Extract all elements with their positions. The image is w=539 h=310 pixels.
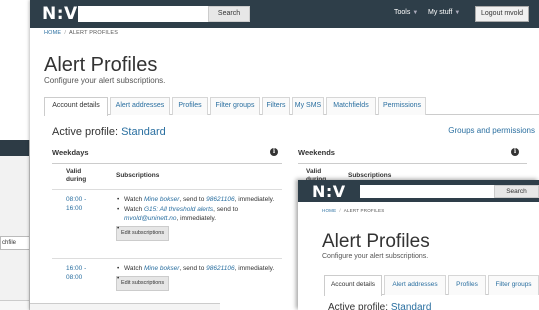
subscription-text: , immediately. <box>234 196 275 203</box>
my-stuff-menu-label: My stuff <box>428 9 453 16</box>
groups-permissions-link[interactable]: Groups and permissions <box>448 126 535 135</box>
active-profile-link[interactable]: Standard <box>391 302 432 310</box>
edit-subscriptions-button[interactable]: Edit subscriptions <box>116 276 170 291</box>
subscription-text: , send to <box>179 265 207 272</box>
tab-filters[interactable]: Filters <box>262 97 290 115</box>
tab-profiles[interactable]: Profiles <box>172 97 208 115</box>
tools-menu[interactable]: Tools ▼ <box>394 9 418 16</box>
subscription-text: , send to <box>179 196 207 203</box>
address-link[interactable]: 98621106 <box>206 196 234 203</box>
tab-permissions[interactable]: Permissions <box>378 97 426 115</box>
address-link[interactable]: 98621106 <box>206 265 234 272</box>
background-table-cell[interactable]: chfile <box>0 236 29 250</box>
overlay-window: N:V Search HOME / ALERT PROFILES Alert Pro… <box>298 180 539 310</box>
info-icon[interactable]: i <box>270 148 278 156</box>
weekends-heading: Weekends i <box>298 148 527 164</box>
top-navbar: N:V Search Tools ▼ My stuff ▼ Logout mvold <box>30 0 539 28</box>
breadcrumb: HOME / ALERT PROFILES <box>322 208 384 213</box>
filter-group-link[interactable]: Mine bokser <box>144 196 179 203</box>
subscription-text: Watch <box>124 196 144 203</box>
search-input[interactable] <box>360 185 494 198</box>
info-icon[interactable]: i <box>511 148 519 156</box>
filter-group-link[interactable]: G15: All threshold alerts <box>144 206 213 213</box>
list-item: Watch Mine bokser, send to 98621106, imm… <box>116 264 276 273</box>
breadcrumb: HOME / ALERT PROFILES <box>44 30 118 36</box>
breadcrumb-separator: / <box>64 30 67 36</box>
search-button[interactable]: Search <box>208 6 250 22</box>
breadcrumb-current: ALERT PROFILES <box>343 208 385 213</box>
tab-alert-addresses[interactable]: Alert addresses <box>110 97 170 115</box>
top-navbar: N:V Search <box>298 180 539 202</box>
search-button[interactable]: Search <box>494 185 539 198</box>
chevron-down-icon: ▼ <box>412 10 419 16</box>
tab-alert-addresses[interactable]: Alert addresses <box>384 275 446 295</box>
active-profile-label: Active profile: <box>328 302 389 310</box>
filter-group-link[interactable]: Mine bokser <box>144 265 179 272</box>
background-window: chfile <box>0 140 30 310</box>
breadcrumb-current: ALERT PROFILES <box>69 30 119 36</box>
nav-logo[interactable]: N:V <box>312 182 346 201</box>
nav-logo[interactable]: N:V <box>42 4 78 24</box>
subscription-text: Watch <box>124 206 144 213</box>
breadcrumb-home[interactable]: HOME <box>44 30 61 36</box>
weekdays-heading-label: Weekdays <box>52 148 89 157</box>
tab-my-sms[interactable]: My SMS <box>292 97 324 115</box>
subscription-list: Watch Mine bokser, send to 98621106, imm… <box>116 264 276 292</box>
weekends-col-subscriptions: Subscriptions <box>348 172 392 179</box>
search-input[interactable] <box>78 6 208 22</box>
address-link[interactable]: mvold@uninett.no <box>124 215 177 222</box>
table-row: 16:00 - 08:00 Watch Mine bokser, send to… <box>52 258 282 304</box>
page-title: Alert Profiles <box>322 231 430 252</box>
subscription-text: , send to <box>213 206 239 213</box>
valid-during-time[interactable]: 08:00 - 16:00 <box>66 195 96 213</box>
page-subtitle: Configure your alert subscriptions. <box>44 76 166 85</box>
tab-bar: Account details Alert addresses Profiles… <box>44 97 539 116</box>
active-profile-heading: Active profile: Standard <box>328 302 431 310</box>
my-stuff-menu[interactable]: My stuff ▼ <box>428 9 460 16</box>
tab-profiles[interactable]: Profiles <box>448 275 486 295</box>
weekdays-col-subscriptions: Subscriptions <box>116 172 160 179</box>
edit-subscriptions-button[interactable]: Edit subscriptions <box>116 226 170 241</box>
list-item: Watch Mine bokser, send to 98621106, imm… <box>116 195 276 204</box>
background-window-header <box>0 140 29 156</box>
tab-filter-groups[interactable]: Filter groups <box>210 97 260 115</box>
subscription-text: , immediately. <box>176 215 217 222</box>
tab-account-details[interactable]: Account details <box>324 275 382 296</box>
valid-during-time[interactable]: 16:00 - 08:00 <box>66 264 96 282</box>
logout-button[interactable]: Logout mvold <box>475 6 530 22</box>
breadcrumb-separator: / <box>339 208 341 213</box>
table-row: 08:00 - 16:00 Watch Mine bokser, send to… <box>52 189 282 255</box>
tools-menu-label: Tools <box>394 9 411 16</box>
breadcrumb-home[interactable]: HOME <box>322 208 336 213</box>
list-item: Watch G15: All threshold alerts, send to… <box>116 205 276 223</box>
page-title: Alert Profiles <box>44 54 158 76</box>
tab-bar: Account details Alert addresses Profiles… <box>324 275 539 296</box>
weekends-heading-label: Weekends <box>298 148 335 157</box>
page-subtitle: Configure your alert subscriptions. <box>322 253 429 260</box>
weekdays-col-valid: Valid during <box>66 168 87 183</box>
tab-account-details[interactable]: Account details <box>44 97 108 116</box>
active-profile-link[interactable]: Standard <box>121 126 166 138</box>
subscription-text: Watch <box>124 265 144 272</box>
tab-filter-groups[interactable]: Filter groups <box>488 275 539 295</box>
weekdays-heading: Weekdays i <box>52 148 282 164</box>
tab-matchfields[interactable]: Matchfields <box>326 97 376 115</box>
active-profile-label: Active profile: <box>52 126 119 138</box>
edit-row: Edit subscriptions <box>116 274 276 291</box>
chevron-down-icon: ▼ <box>454 10 461 16</box>
background-window-footer <box>0 300 29 310</box>
active-profile-heading: Active profile: Standard <box>52 126 166 138</box>
subscription-text: , immediately. <box>234 265 275 272</box>
edit-row: Edit subscriptions <box>116 224 276 241</box>
horizontal-scrollbar[interactable] <box>30 303 220 310</box>
subscription-list: Watch Mine bokser, send to 98621106, imm… <box>116 195 276 242</box>
